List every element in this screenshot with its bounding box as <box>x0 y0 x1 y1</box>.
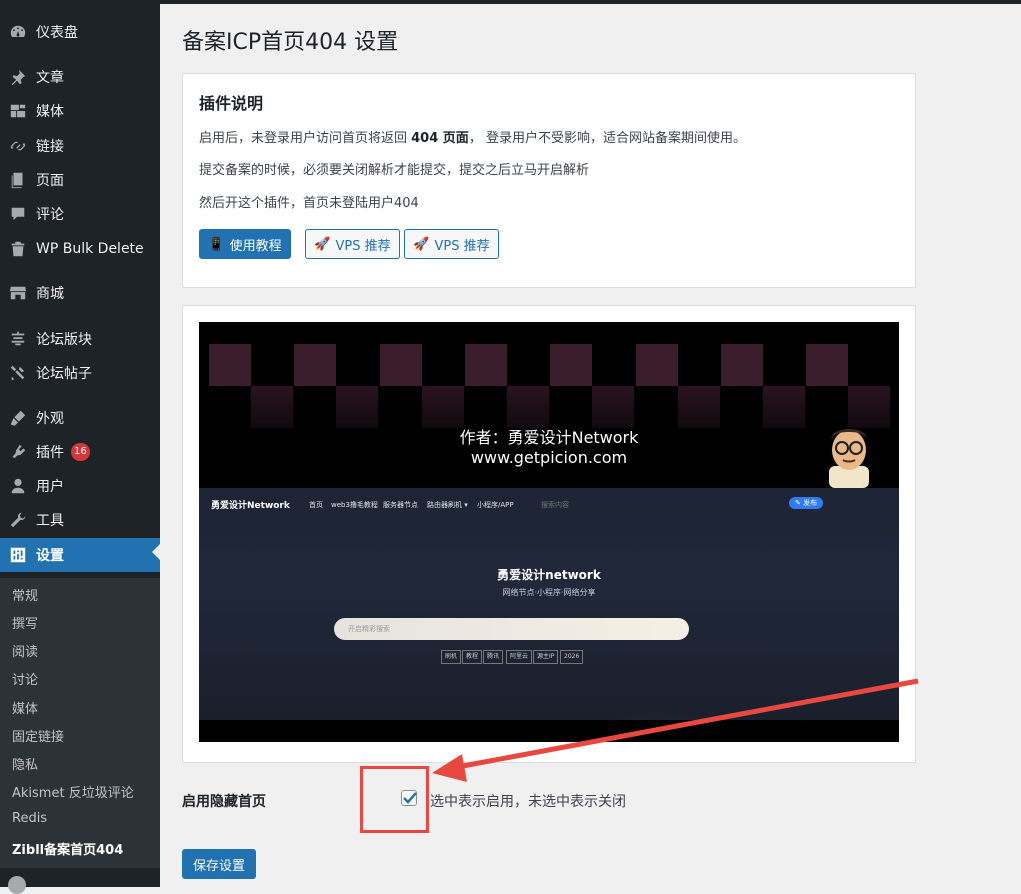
annotation-arrow-icon <box>432 678 919 782</box>
save-settings-button[interactable]: 保存设置 <box>182 849 256 879</box>
